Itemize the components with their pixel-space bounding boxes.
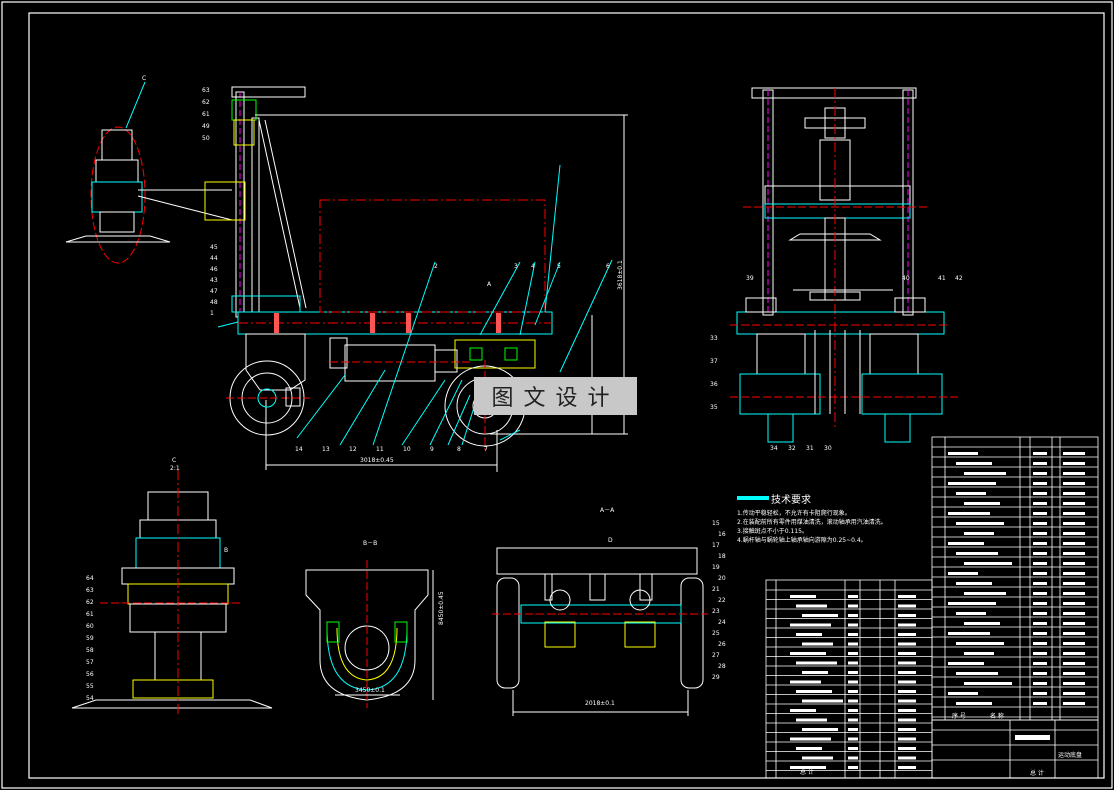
part-number-detail_c-7: 57 bbox=[86, 659, 94, 666]
part-number-left_lower-4: 47 bbox=[210, 288, 218, 295]
part-number-right_view-3: 42 bbox=[955, 275, 963, 282]
part-number-bottom_main-1: 13 bbox=[322, 446, 330, 453]
part-number-right_view-10: 31 bbox=[806, 445, 814, 452]
part-number-left_upper-1: 62 bbox=[202, 99, 210, 106]
part-number-section_aa-6: 21 bbox=[712, 586, 720, 593]
col-name: 名 称 bbox=[990, 712, 1004, 720]
tech-title: 技术要求 bbox=[771, 493, 811, 506]
part-number-left_upper-4: 50 bbox=[202, 135, 210, 142]
part-number-top_main-0: 2 bbox=[434, 263, 438, 270]
part-number-right_view-8: 34 bbox=[770, 445, 778, 452]
col-no: 序 号 bbox=[952, 712, 966, 720]
parts-list bbox=[765, 436, 1099, 779]
part-number-bottom_main-3: 11 bbox=[376, 446, 384, 453]
section-bb bbox=[305, 560, 434, 708]
side-view bbox=[730, 87, 960, 443]
part-number-section_aa-0: 15 bbox=[712, 520, 720, 527]
part-number-section_aa-3: 18 bbox=[718, 553, 726, 560]
part-number-section_aa-8: 23 bbox=[712, 608, 720, 615]
part-number-bottom_main-4: 10 bbox=[403, 446, 411, 453]
part-number-section_aa-1: 16 bbox=[718, 531, 726, 538]
part-number-right_view-0: 39 bbox=[746, 275, 754, 282]
marker-d: D bbox=[608, 537, 613, 544]
part-number-left_lower-1: 44 bbox=[210, 255, 218, 262]
part-number-detail_c-0: 64 bbox=[86, 575, 94, 582]
part-number-right_view-4: 33 bbox=[710, 335, 718, 342]
part-number-bottom_main-6: 8 bbox=[457, 446, 461, 453]
part-number-detail_c-5: 59 bbox=[86, 635, 94, 642]
part-number-section_aa-5: 20 bbox=[718, 575, 726, 582]
part-number-left_lower-2: 46 bbox=[210, 266, 218, 273]
part-number-section_aa-9: 24 bbox=[718, 619, 726, 626]
part-number-right_view-1: 40 bbox=[902, 275, 910, 282]
part-number-section_aa-2: 17 bbox=[712, 542, 720, 549]
part-number-right_view-11: 30 bbox=[824, 445, 832, 452]
part-number-detail_c-2: 62 bbox=[86, 599, 94, 606]
label-detail-c: C bbox=[172, 457, 176, 464]
label-section-bb: B－B bbox=[363, 540, 377, 547]
part-number-bottom_main-2: 12 bbox=[349, 446, 357, 453]
part-number-left_lower-6: 1 bbox=[210, 310, 214, 317]
part-number-detail_c-4: 60 bbox=[86, 623, 94, 630]
part-number-section_aa-12: 27 bbox=[712, 652, 720, 659]
dim-main-width: 3018±0.45 bbox=[360, 457, 394, 464]
watermark: 图文设计 bbox=[474, 377, 637, 415]
part-number-top_main-4: 6 bbox=[606, 263, 610, 270]
part-number-right_view-5: 37 bbox=[710, 358, 718, 365]
part-number-right_view-9: 32 bbox=[788, 445, 796, 452]
tech-item-3: 3.接触斑点不小于0.115。 bbox=[737, 527, 808, 535]
label-detail-c-scale: 2:1 bbox=[170, 465, 180, 472]
part-number-detail_c-1: 63 bbox=[86, 587, 94, 594]
title-sign: 总 计 bbox=[1030, 769, 1044, 777]
detail-c-callout bbox=[65, 81, 246, 264]
part-number-right_view-6: 36 bbox=[710, 381, 718, 388]
dim-aa-width: 2018±0.1 bbox=[585, 700, 615, 707]
tech-item-4: 4.蜗杆轴与蜗轮轴上轴承轴向游隙为0.25~0.4。 bbox=[737, 536, 867, 544]
label-section-aa: A－A bbox=[600, 507, 615, 514]
part-number-top_main-3: 5 bbox=[557, 263, 561, 270]
dim-main-height: 3618±0.1 bbox=[617, 260, 624, 290]
part-number-section_aa-11: 26 bbox=[718, 641, 726, 648]
part-number-section_aa-7: 22 bbox=[718, 597, 726, 604]
part-number-left_upper-3: 49 bbox=[202, 123, 210, 130]
part-number-detail_c-6: 58 bbox=[86, 647, 94, 654]
tech-requirements: 技术要求 1.传动平稳轻松，不允许有卡阻爬行现象。 2.在装配前所有零件用煤油清… bbox=[737, 493, 887, 544]
part-number-left_upper-0: 63 bbox=[202, 87, 210, 94]
marker-c: C bbox=[142, 75, 146, 82]
part-number-section_aa-10: 25 bbox=[712, 630, 720, 637]
tech-bar bbox=[737, 496, 769, 500]
part-number-detail_c-10: 54 bbox=[86, 695, 94, 702]
part-number-section_aa-4: 19 bbox=[712, 564, 720, 571]
section-aa bbox=[492, 547, 708, 716]
dim-bb-width: 3450±0.1 bbox=[355, 687, 385, 694]
part-number-detail_c-3: 61 bbox=[86, 611, 94, 618]
part-number-bottom_main-5: 9 bbox=[430, 446, 434, 453]
marker-b: B bbox=[224, 547, 228, 554]
part-number-bottom_main-7: 7 bbox=[484, 446, 488, 453]
part-number-left_lower-0: 45 bbox=[210, 244, 218, 251]
part-number-left_upper-2: 61 bbox=[202, 111, 210, 118]
part-number-detail_c-9: 55 bbox=[86, 683, 94, 690]
dim-bb-height: 8450±0.45 bbox=[438, 591, 445, 625]
tech-item-2: 2.在装配前所有零件用煤油清洗，滚动轴承用汽油清洗。 bbox=[737, 518, 887, 526]
part-number-left_lower-3: 43 bbox=[210, 277, 218, 284]
part-number-section_aa-13: 28 bbox=[718, 663, 726, 670]
part-number-left_lower-5: 48 bbox=[210, 299, 218, 306]
title-left-footer: 总 计 bbox=[800, 768, 814, 776]
part-number-right_view-7: 35 bbox=[710, 404, 718, 411]
part-number-top_main-1: 3 bbox=[514, 263, 518, 270]
part-number-section_aa-14: 29 bbox=[712, 674, 720, 681]
marker-a: A bbox=[487, 281, 492, 288]
part-number-bottom_main-0: 14 bbox=[295, 446, 303, 453]
part-number-detail_c-8: 56 bbox=[86, 671, 94, 678]
tech-item-1: 1.传动平稳轻松，不允许有卡阻爬行现象。 bbox=[737, 509, 851, 517]
part-number-top_main-2: 4 bbox=[531, 263, 535, 270]
title-design-name: 运动底盘 bbox=[1058, 751, 1082, 759]
detail-c-view bbox=[71, 470, 273, 715]
part-number-right_view-2: 41 bbox=[938, 275, 946, 282]
